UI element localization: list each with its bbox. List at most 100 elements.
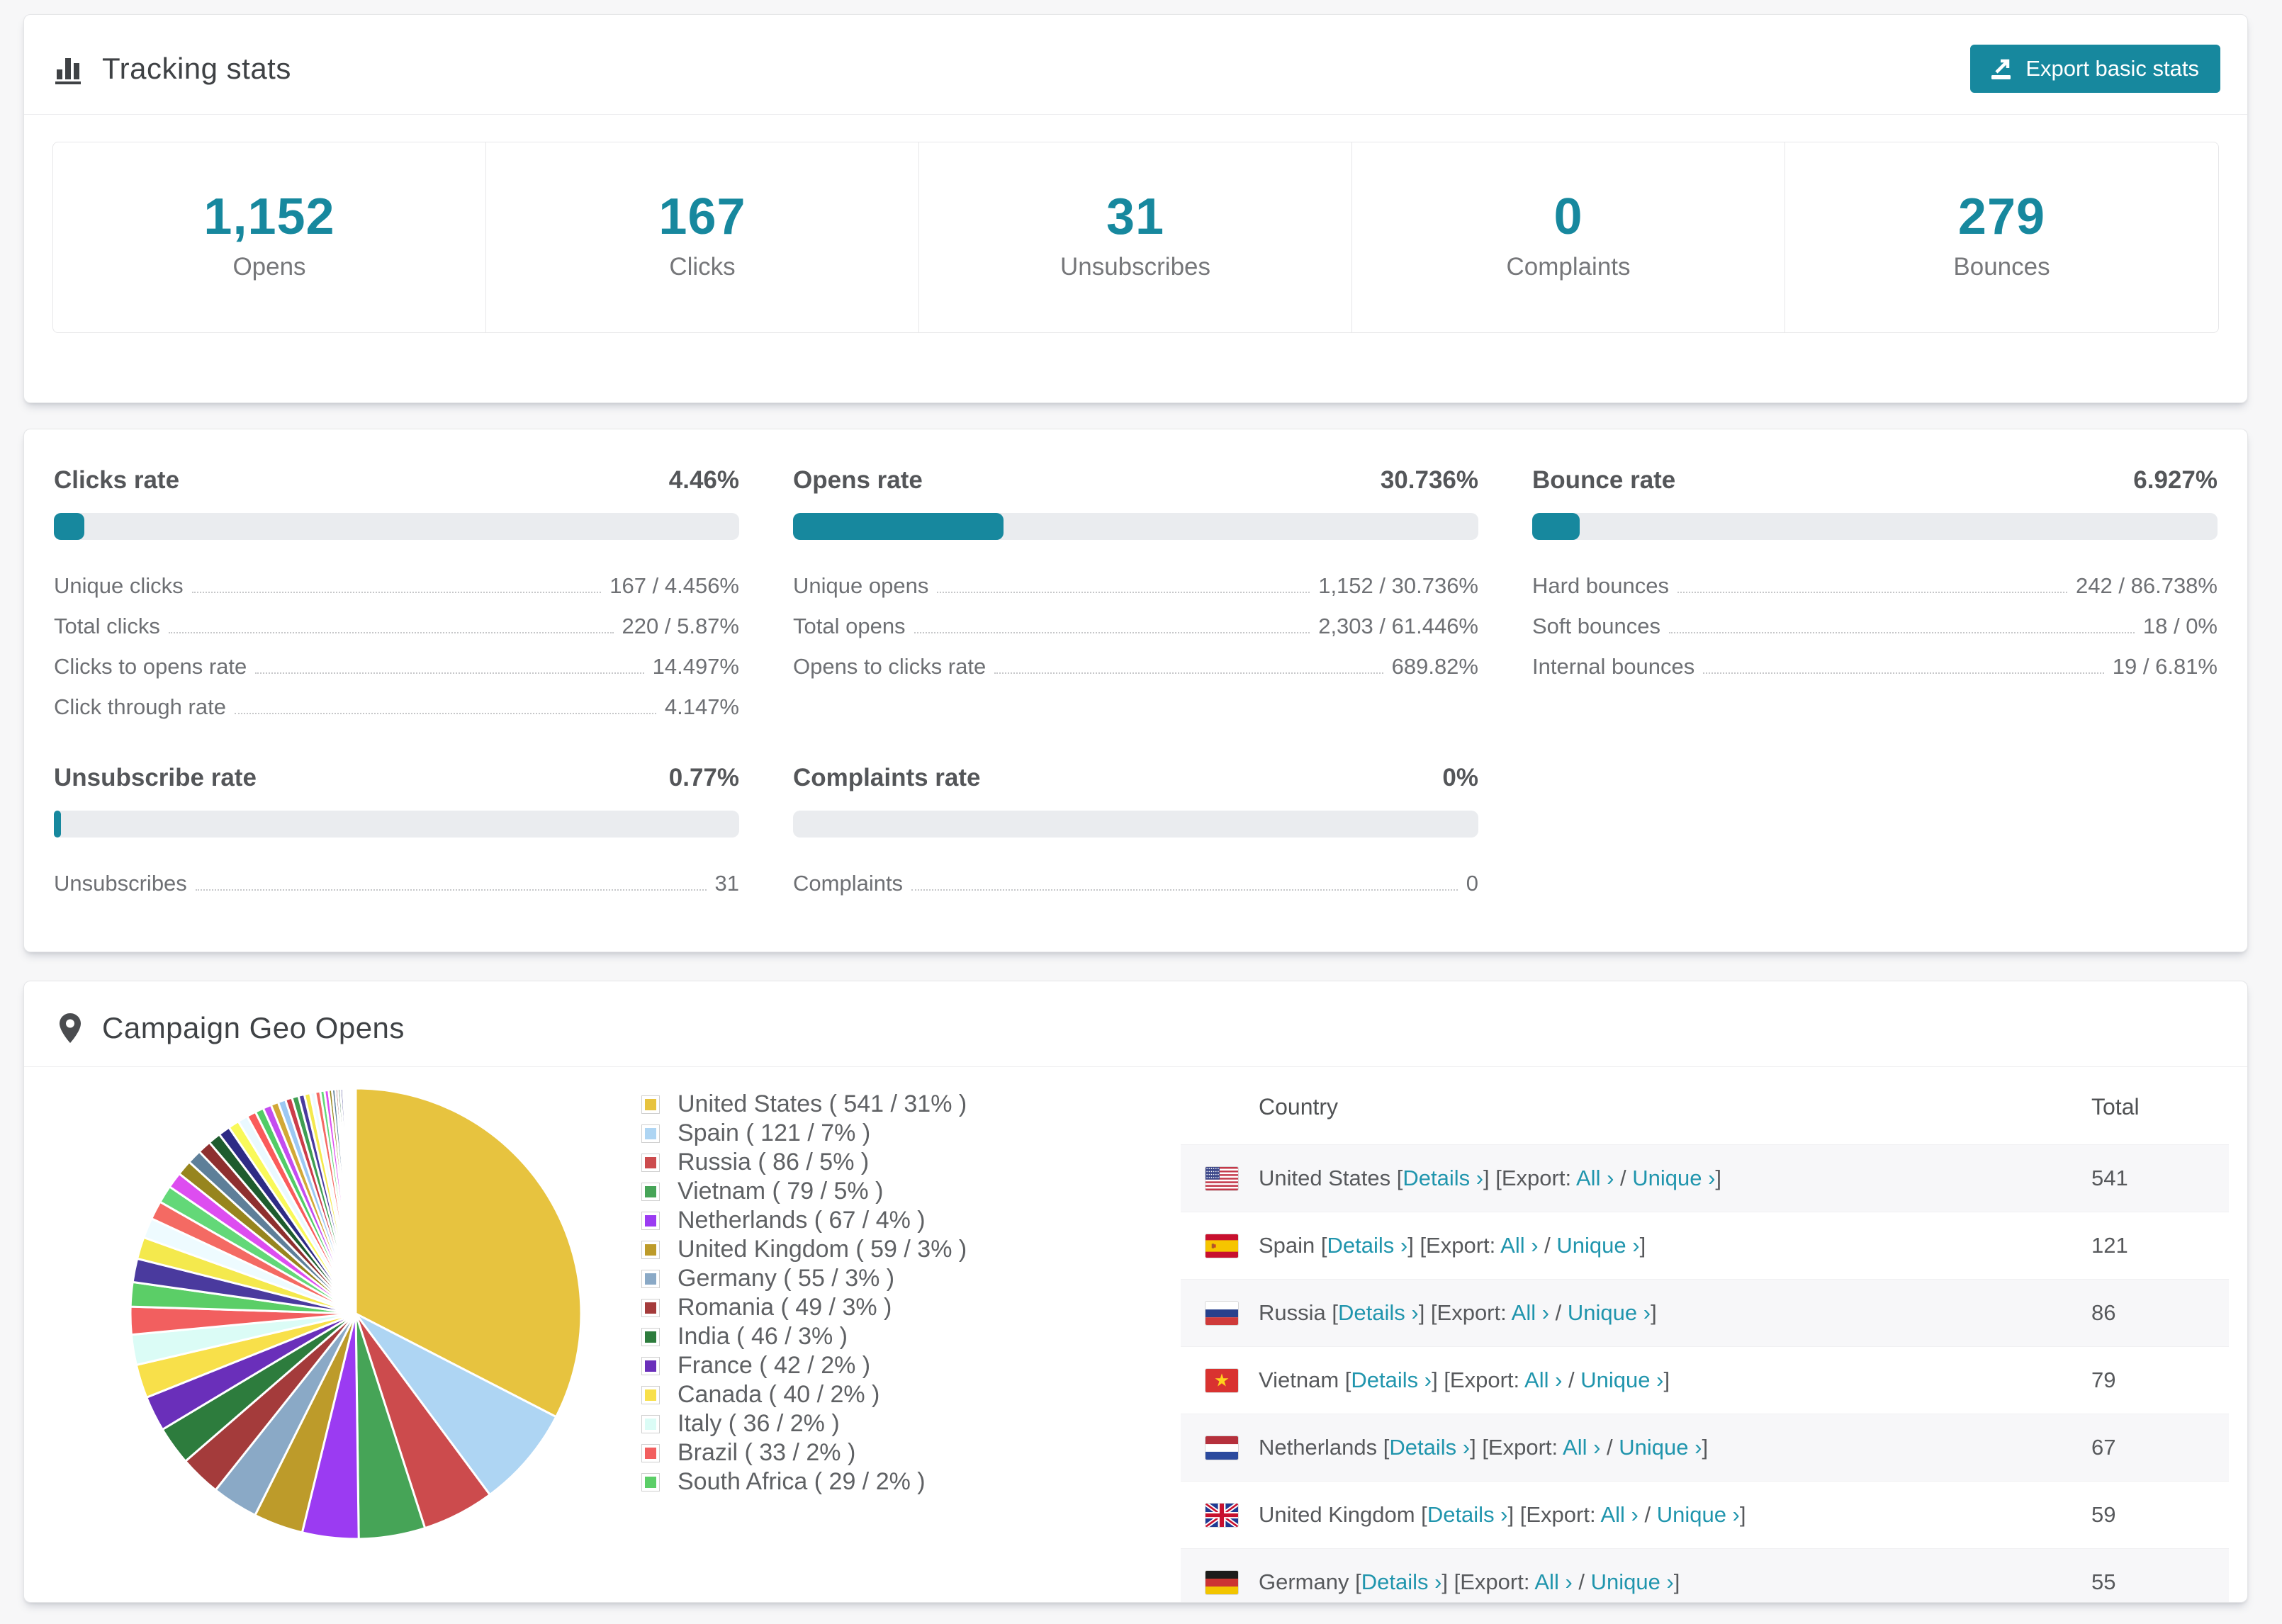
rate-detail-label: Total opens [793,614,906,638]
stat-value: 31 [1106,188,1165,245]
legend-color-swatch [642,1328,659,1346]
geo-table-row: Spain [Details ›] [Export: All › / Uniqu… [1181,1212,2229,1280]
stat-label: Clicks [669,253,736,281]
export-unique-link[interactable]: Unique › [1632,1166,1715,1190]
country-name: United States [ [1259,1166,1403,1190]
country-total: 55 [2091,1569,2116,1594]
rate-detail-row: Unique opens 1,152 / 30.736% [793,563,1478,603]
legend-label: Germany ( 55 / 3% ) [678,1265,895,1292]
country-name: Netherlands [ [1259,1435,1390,1460]
legend-item[interactable]: Canada ( 40 / 2% ) [642,1380,1011,1409]
legend-item[interactable]: Vietnam ( 79 / 5% ) [642,1177,1011,1206]
export-all-link[interactable]: All › [1576,1166,1614,1190]
rate-title: Clicks rate [54,466,180,494]
legend-color-swatch [642,1444,659,1462]
country-cell: Vietnam [Details ›] [Export: All › / Uni… [1181,1368,2091,1393]
rate-detail-value: 19 / 6.81% [2112,654,2218,679]
rate-detail-label: Click through rate [54,694,226,719]
rates-card: Clicks rate 4.46% Unique clicks 167 / 4.… [23,429,2248,952]
country-total: 121 [2091,1233,2128,1258]
export-unique-link[interactable]: Unique › [1619,1435,1702,1460]
details-link[interactable]: Details › [1361,1569,1442,1594]
export-all-link[interactable]: All › [1600,1502,1638,1527]
legend-item[interactable]: Brazil ( 33 / 2% ) [642,1438,1011,1467]
country-name: Vietnam [ [1259,1368,1351,1392]
legend-color-swatch [642,1357,659,1375]
geo-pie-chart[interactable] [122,1080,590,1551]
export-all-link[interactable]: All › [1524,1368,1562,1392]
rate-detail-label: Unique opens [793,573,929,598]
geo-table-wrap: Country Total United States [Details ›] … [1181,1067,2229,1602]
rate-percent-value: 6.927% [2133,466,2218,494]
legend-item[interactable]: Italy ( 36 / 2% ) [642,1409,1011,1438]
geo-table-row: Russia [Details ›] [Export: All › / Uniq… [1181,1279,2229,1347]
rate-progress-fill [1532,513,1580,540]
rate-progress-fill [54,513,85,540]
export-unique-link[interactable]: Unique › [1556,1233,1639,1258]
export-unique-link[interactable]: Unique › [1580,1368,1663,1392]
country-flag-icon [1205,1368,1238,1392]
legend-color-swatch [642,1183,659,1200]
country-total: 86 [2091,1300,2116,1325]
legend-item[interactable]: Romania ( 49 / 3% ) [642,1293,1011,1322]
rate-detail-row: Soft bounces 18 / 0% [1532,603,2218,643]
rate-detail-label: Unsubscribes [54,871,187,896]
pie-slice[interactable] [354,1087,357,1315]
stat-box: 279 Bounces [1785,142,2218,332]
rate-percent-value: 0.77% [668,764,739,791]
rate-percent-value: 0% [1442,764,1478,791]
country-cell: United States [Details ›] [Export: All ›… [1181,1166,2091,1191]
legend-label: Romania ( 49 / 3% ) [678,1294,892,1321]
stat-label: Opens [232,253,306,281]
dotted-leader [914,632,1310,633]
legend-item[interactable]: United Kingdom ( 59 / 3% ) [642,1235,1011,1264]
legend-item[interactable]: Russia ( 86 / 5% ) [642,1148,1011,1177]
dotted-leader [168,632,614,633]
geo-table-row: United States [Details ›] [Export: All ›… [1181,1144,2229,1212]
export-all-link[interactable]: All › [1512,1300,1549,1325]
export-unique-link[interactable]: Unique › [1591,1569,1674,1594]
rate-progress-track [793,811,1478,838]
legend-item[interactable]: India ( 46 / 3% ) [642,1322,1011,1351]
details-link[interactable]: Details › [1327,1233,1408,1258]
country-flag-icon [1205,1570,1238,1594]
rate-header: Unsubscribe rate 0.77% [54,764,739,792]
legend-color-swatch [642,1095,659,1113]
legend-item[interactable]: Germany ( 55 / 3% ) [642,1264,1011,1293]
details-link[interactable]: Details › [1389,1435,1470,1460]
export-all-link[interactable]: All › [1500,1233,1538,1258]
rate-detail-label: Internal bounces [1532,654,1695,679]
country-name: Russia [ [1259,1300,1338,1325]
link-separator: / [1538,1233,1557,1258]
stat-value: 279 [1957,188,2046,245]
rate-detail-value: 14.497% [652,654,739,679]
details-link[interactable]: Details › [1351,1368,1432,1392]
legend-item[interactable]: United States ( 541 / 31% ) [642,1090,1011,1119]
export-basic-stats-button[interactable]: Export basic stats [1970,45,2220,93]
legend-item[interactable]: Netherlands ( 67 / 4% ) [642,1206,1011,1235]
geo-table-row: United Kingdom [Details ›] [Export: All … [1181,1482,2229,1549]
country-cell: Netherlands [Details ›] [Export: All › /… [1181,1435,2091,1460]
country-flag-icon [1205,1166,1238,1190]
details-link[interactable]: Details › [1427,1502,1508,1527]
geo-header: Campaign Geo Opens [24,981,2247,1066]
legend-item[interactable]: South Africa ( 29 / 2% ) [642,1467,1011,1496]
export-all-link[interactable]: All › [1563,1435,1600,1460]
export-unique-link[interactable]: Unique › [1568,1300,1651,1325]
rate-detail-value: 18 / 0% [2142,614,2218,638]
details-link[interactable]: Details › [1338,1300,1419,1325]
dotted-leader [911,889,1458,891]
rate-detail-label: Soft bounces [1532,614,1660,638]
details-link[interactable]: Details › [1403,1166,1483,1190]
export-all-link[interactable]: All › [1534,1569,1572,1594]
country-name: United Kingdom [ [1259,1502,1427,1527]
legend-item[interactable]: Spain ( 121 / 7% ) [642,1119,1011,1148]
country-cell: Russia [Details ›] [Export: All › / Uniq… [1181,1300,2091,1326]
export-unique-link[interactable]: Unique › [1657,1502,1740,1527]
link-separator: / [1638,1502,1657,1527]
link-separator: / [1549,1300,1568,1325]
dotted-leader [937,592,1310,593]
legend-item[interactable]: France ( 42 / 2% ) [642,1351,1011,1380]
rate-detail-rows: Unsubscribes 31 [54,860,739,901]
geo-title: Campaign Geo Opens [102,1011,405,1044]
